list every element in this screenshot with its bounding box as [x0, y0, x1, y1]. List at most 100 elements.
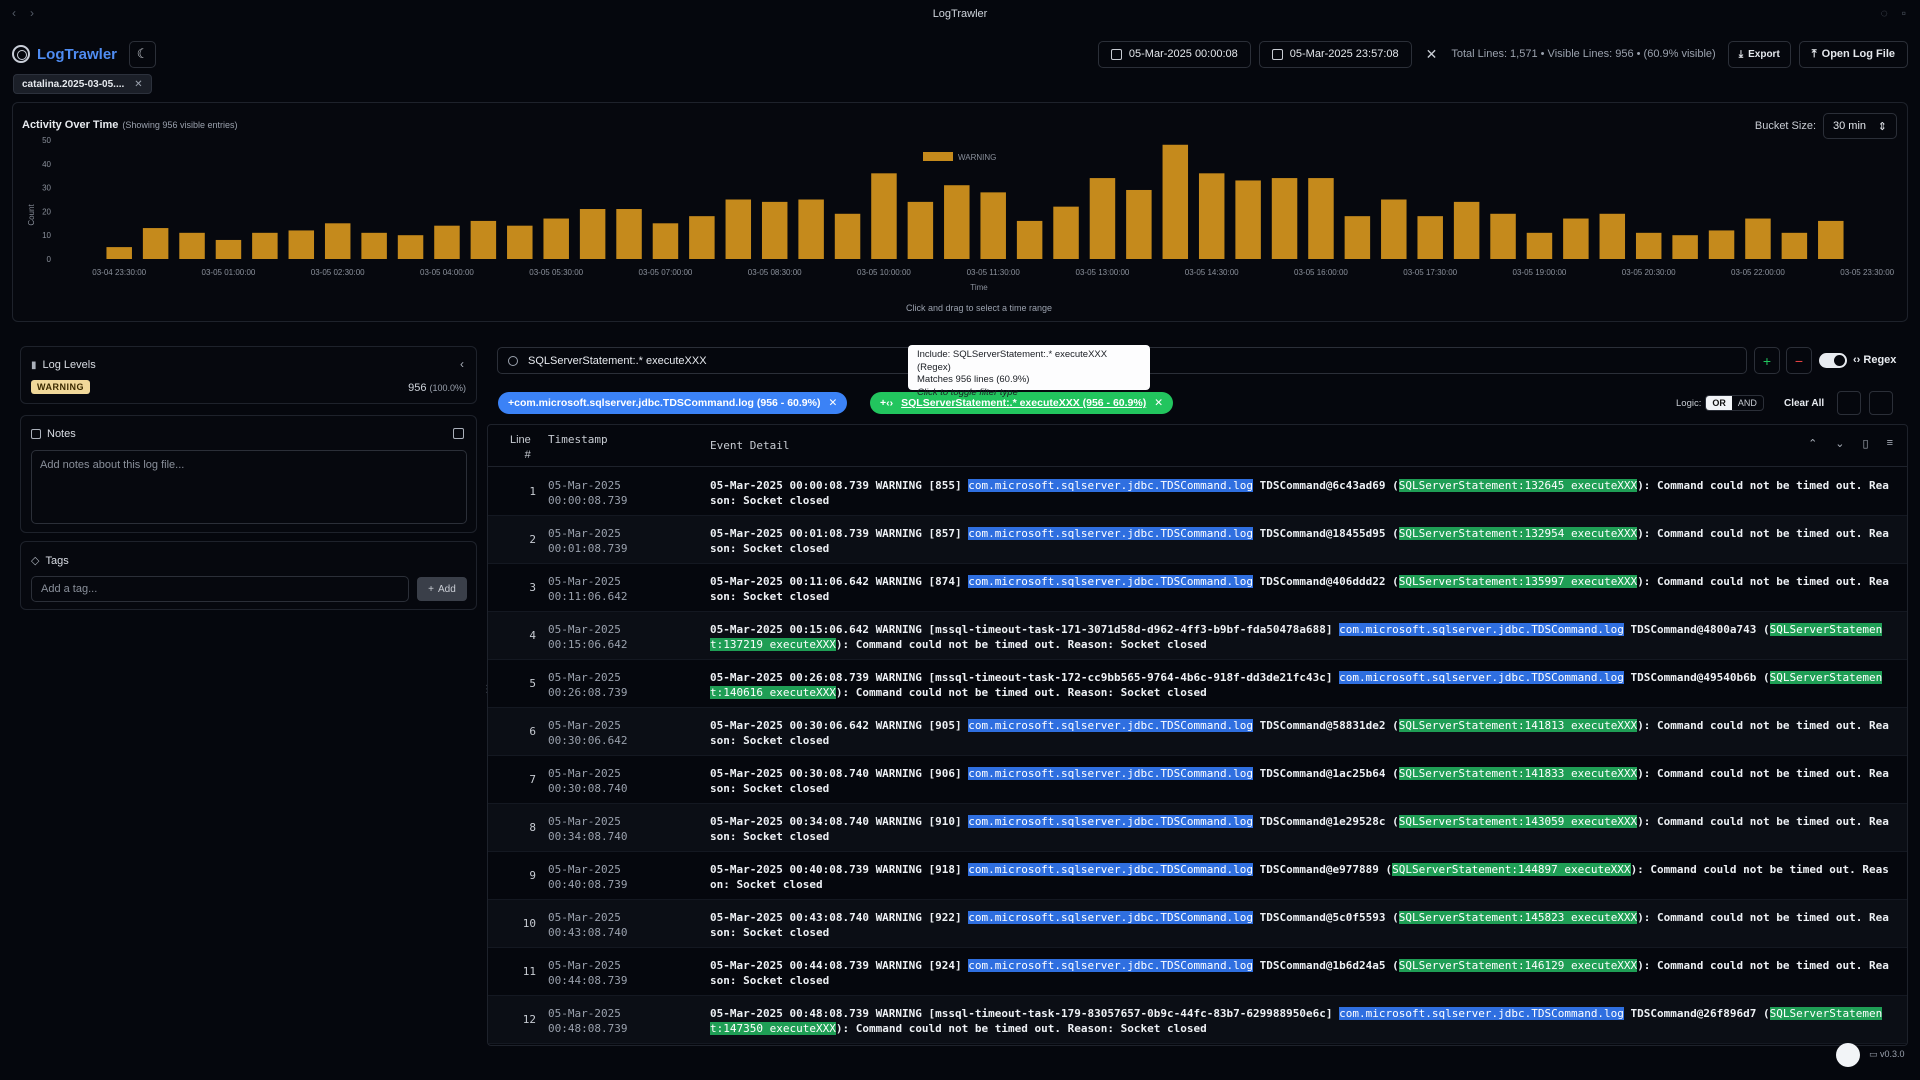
line-number: 7 — [529, 773, 536, 786]
table-row[interactable]: 2 05-Mar-2025 00:01:08.739 05-Mar-2025 00:… — [488, 516, 1907, 564]
logic-label: Logic: — [1676, 397, 1702, 409]
chart-bar — [1126, 189, 1152, 259]
table-row[interactable]: 10 05-Mar-2025 00:43:08.740 05-Mar-2025 00… — [488, 900, 1907, 948]
table-row[interactable]: 12 05-Mar-2025 00:48:08.739 05-Mar-2025 00… — [488, 996, 1907, 1044]
line-stats: Total Lines: 1,571 • Visible Lines: 956 … — [1451, 48, 1716, 60]
x-tick-label: 03-05 10:00:00 — [857, 268, 911, 277]
row-timestamp: 05-Mar-2025 00:15:06.642 — [548, 622, 627, 652]
chart-bar — [944, 185, 970, 259]
line-number: 10 — [522, 917, 536, 930]
notes-textarea[interactable]: Add notes about this log file... — [31, 450, 467, 524]
regex-toggle[interactable] — [1819, 353, 1847, 368]
wrap-lines-icon[interactable]: ≡ — [1887, 437, 1893, 450]
warning-count-value: 956 — [408, 382, 427, 394]
event-prefix: 05-Mar-2025 00:15:06.642 WARNING [mssql-… — [710, 623, 1340, 636]
clear-time-range-icon[interactable]: ✕ — [1426, 46, 1438, 63]
file-tab[interactable]: catalina.2025-03-05.... ✕ — [13, 74, 152, 94]
settings-icon[interactable]: ◌ — [1881, 6, 1888, 20]
search-input[interactable]: SQLServerStatement:.* executeXXX — [528, 355, 707, 367]
row-date: 05-Mar-2025 — [548, 575, 621, 588]
x-tick-label: 03-05 11:30:00 — [967, 268, 1021, 277]
activity-chart[interactable]: 0 10 20 30 40 50 Count 03-04 23:30:00 03-05 01:0… — [13, 103, 1909, 323]
table-row[interactable]: 1 05-Mar-2025 00:00:08.739 05-Mar-2025 00:… — [488, 468, 1907, 516]
row-event-detail: 05-Mar-2025 00:30:08.740 WARNING [906] c… — [710, 766, 1895, 796]
version-label: ▭ v0.3.0 — [1869, 1049, 1905, 1060]
chart-bar — [252, 232, 278, 259]
save-notes-icon[interactable] — [453, 428, 464, 439]
filter-chip-tdscommand[interactable]: +com.microsoft.sqlserver.jdbc.TDSCommand… — [498, 392, 848, 414]
warning-count: 956 (100.0%) — [408, 382, 466, 394]
theme-toggle-button[interactable]: ☾ — [129, 40, 157, 68]
clear-all-filters-button[interactable]: Clear All — [1784, 398, 1824, 409]
logic-and-button[interactable]: AND — [1732, 396, 1763, 410]
warning-level-badge[interactable]: WARNING — [31, 380, 90, 394]
chart-bar — [1053, 206, 1079, 259]
table-row[interactable]: 6 05-Mar-2025 00:30:06.642 05-Mar-2025 00:… — [488, 708, 1907, 756]
window-control-icon[interactable]: ▫ — [1902, 6, 1906, 20]
chart-bar — [1453, 201, 1480, 259]
remove-filter-icon[interactable]: ✕ — [828, 397, 837, 409]
event-prefix: 05-Mar-2025 00:30:06.642 WARNING [905] — [710, 719, 969, 732]
scroll-top-icon[interactable]: ⌃ — [1808, 437, 1817, 450]
event-middle: TDSCommand@49540b6b ( — [1623, 671, 1770, 684]
load-filters-icon[interactable] — [1869, 391, 1893, 415]
row-date: 05-Mar-2025 — [548, 623, 621, 636]
remove-filter-icon[interactable]: ✕ — [1154, 397, 1163, 409]
assistant-bot-button[interactable] — [1836, 1043, 1860, 1067]
chart-title: Activity Over Time — [22, 119, 119, 131]
chart-bar — [1089, 178, 1116, 259]
chart-bar — [1198, 173, 1225, 259]
moon-icon: ☾ — [136, 46, 149, 61]
event-suffix: ): Command could not be timed out. Reaso… — [835, 686, 1207, 699]
x-tick-label: 03-05 08:30:00 — [748, 268, 802, 277]
end-time-button[interactable]: 05-Mar-2025 23:57:08 — [1258, 40, 1412, 68]
app-name: LogTrawler — [37, 45, 118, 63]
save-filters-icon[interactable] — [1837, 391, 1861, 415]
table-row[interactable]: 8 05-Mar-2025 00:34:08.740 05-Mar-2025 00:… — [488, 804, 1907, 852]
open-log-file-button[interactable]: ⤒ Open Log File — [1798, 40, 1908, 68]
tag-input[interactable]: Add a tag... — [31, 576, 409, 602]
tooltip-line-1: Include: SQLServerStatement:.* executeXX… — [917, 349, 1108, 373]
y-tick-label: 0 — [47, 255, 52, 264]
table-row[interactable]: 4 05-Mar-2025 00:15:06.642 05-Mar-2025 00:… — [488, 612, 1907, 660]
scroll-bottom-icon[interactable]: ⌄ — [1835, 437, 1844, 450]
bookmark-icon[interactable]: ▯ — [1863, 437, 1869, 450]
table-row[interactable]: 5 05-Mar-2025 00:26:08.739 05-Mar-2025 00:… — [488, 660, 1907, 708]
chart-bar — [1235, 180, 1261, 259]
add-tag-button[interactable]: + Add — [417, 577, 467, 601]
row-date: 05-Mar-2025 — [548, 767, 621, 780]
col-line-header[interactable]: Line # — [510, 433, 531, 463]
logic-segment: OR AND — [1705, 395, 1764, 411]
table-row[interactable]: 7 05-Mar-2025 00:30:08.740 05-Mar-2025 00:… — [488, 756, 1907, 804]
col-timestamp-header[interactable]: Timestamp — [548, 433, 608, 446]
include-filter-button[interactable]: + — [1754, 347, 1780, 374]
statement-highlight: SQLServerStatement:132954 executeXXX — [1398, 527, 1638, 540]
chart-bar — [1818, 220, 1844, 259]
export-button[interactable]: ⤓ Export — [1727, 40, 1791, 68]
exclude-filter-button[interactable]: − — [1786, 347, 1812, 374]
logic-or-button[interactable]: OR — [1706, 396, 1732, 410]
table-row[interactable]: 11 05-Mar-2025 00:44:08.739 05-Mar-2025 00… — [488, 948, 1907, 996]
chart-title-block: Activity Over Time (Showing 956 visible e… — [22, 119, 237, 131]
statement-highlight: SQLServerStatement:135997 executeXXX — [1398, 575, 1638, 588]
chart-bar — [652, 223, 679, 259]
start-time-button[interactable]: 05-Mar-2025 00:00:08 — [1097, 40, 1251, 68]
table-row[interactable]: 3 05-Mar-2025 00:11:06.642 05-Mar-2025 00:… — [488, 564, 1907, 612]
row-timestamp: 05-Mar-2025 00:00:08.739 — [548, 478, 627, 508]
forward-arrow-icon[interactable]: › — [30, 6, 34, 20]
chart-bar — [980, 192, 1006, 259]
col-event-header[interactable]: Event Detail — [710, 439, 789, 452]
close-tab-icon[interactable]: ✕ — [134, 79, 142, 90]
class-highlight: com.microsoft.sqlserver.jdbc.TDSCommand.… — [968, 911, 1254, 924]
regex-label: ‹› Regex — [1853, 354, 1896, 366]
app-logo: LogTrawler — [12, 45, 117, 63]
event-middle: TDSCommand@6c43ad69 ( — [1253, 479, 1399, 492]
collapse-sidebar-icon[interactable]: ‹ — [460, 357, 464, 371]
table-row[interactable]: 9 05-Mar-2025 00:40:08.739 05-Mar-2025 00:… — [488, 852, 1907, 900]
chart-bar — [1672, 235, 1698, 259]
back-arrow-icon[interactable]: ‹ — [12, 6, 16, 20]
class-highlight: com.microsoft.sqlserver.jdbc.TDSCommand.… — [968, 815, 1254, 828]
bucket-size-select[interactable]: 30 min ⇕ — [1823, 113, 1897, 139]
filter-chip-label: +com.microsoft.sqlserver.jdbc.TDSCommand… — [508, 397, 821, 409]
chart-bar — [288, 230, 315, 259]
